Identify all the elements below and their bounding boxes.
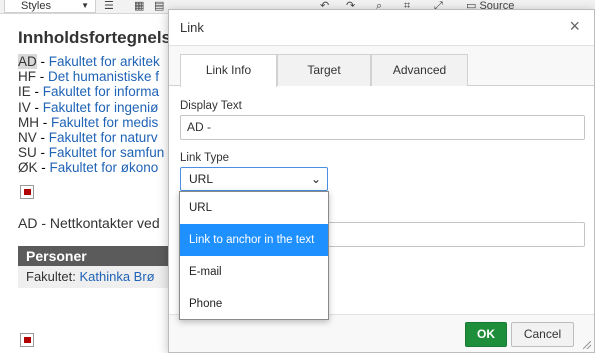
page-title: Innholdsfortegnelse (18, 28, 181, 47)
separator: - (30, 99, 43, 115)
tab-target[interactable]: Target (277, 54, 371, 86)
option-email[interactable]: E-mail (180, 256, 328, 288)
contact-line: AD - Nettkontakter ved (18, 215, 160, 231)
dialog-tabs: Link Info Target Advanced (169, 46, 594, 87)
anchor-flag-icon[interactable] (20, 185, 34, 199)
link-type-select[interactable]: URL ⌄ (180, 167, 328, 191)
list-item: MH - Fakultet for medis (18, 115, 164, 130)
option-anchor[interactable]: Link to anchor in the text (180, 224, 328, 256)
display-text-label: Display Text (180, 100, 242, 112)
option-url[interactable]: URL (180, 192, 328, 224)
faculty-link[interactable]: Fakultet for naturv (49, 130, 158, 145)
dialog-titlebar[interactable]: Link × (169, 10, 594, 46)
separator: - (36, 69, 48, 85)
faculty-list: AD - Fakultet for arkitek HF - Det human… (18, 54, 164, 176)
link-type-dropdown: URL Link to anchor in the text E-mail Ph… (179, 191, 329, 320)
faculty-link[interactable]: Fakultet for økono (50, 160, 159, 175)
dialog-title: Link (180, 20, 204, 35)
table-row: Fakultet: Kathinka Brø (18, 266, 178, 288)
faculty-code: HF (18, 69, 36, 85)
separator: - (39, 114, 51, 130)
faculty-code: IE (18, 84, 31, 100)
list-item: IE - Fakultet for informa (18, 84, 164, 99)
styles-dropdown[interactable]: Styles ▼ (4, 0, 96, 13)
link-type-label: Link Type (180, 152, 230, 164)
tab-link-info[interactable]: Link Info (180, 54, 277, 87)
faculty-link[interactable]: Fakultet for medis (51, 115, 158, 130)
row-label: Fakultet: (26, 269, 80, 284)
persons-table: Personer Fakultet: Kathinka Brø (18, 246, 178, 288)
styles-label: Styles (21, 0, 51, 12)
list-item: ØK - Fakultet for økono (18, 160, 164, 175)
faculty-code: NV (18, 129, 37, 145)
list-item: NV - Fakultet for naturv (18, 130, 164, 145)
horizontal-rule-icon[interactable]: ☰ (104, 0, 114, 13)
list-item: AD - Fakultet for arkitek (18, 54, 164, 69)
separator: - (36, 129, 49, 145)
table-icon[interactable]: ▦ (134, 0, 144, 13)
list-item: IV - Fakultet for ingeniø (18, 100, 164, 115)
resize-handle-icon[interactable] (581, 339, 591, 349)
table-header: Personer (18, 246, 178, 266)
faculty-link[interactable]: Fakultet for arkitek (49, 54, 160, 69)
link-type-value: URL (189, 172, 214, 186)
ok-button[interactable]: OK (465, 322, 507, 347)
separator: - (36, 145, 49, 161)
faculty-code: AD (18, 54, 37, 69)
faculty-link[interactable]: Fakultet for samfun (49, 145, 165, 160)
separator: - (37, 160, 50, 176)
close-icon[interactable]: × (569, 16, 580, 37)
faculty-code: SU (18, 145, 37, 161)
chevron-down-icon: ⌄ (310, 172, 321, 186)
faculty-link[interactable]: Fakultet for ingeniø (43, 100, 159, 115)
faculty-code: ØK (18, 160, 38, 176)
faculty-link[interactable]: Fakultet for informa (43, 84, 159, 99)
cancel-button[interactable]: Cancel (511, 322, 574, 347)
anchor-flag-icon[interactable] (20, 333, 34, 347)
person-link[interactable]: Kathinka Brø (79, 269, 154, 284)
tab-advanced[interactable]: Advanced (371, 54, 468, 86)
list-item: HF - Det humanistiske f (18, 69, 164, 84)
separator: - (36, 54, 49, 69)
faculty-link[interactable]: Det humanistiske f (48, 69, 159, 84)
faculty-code: IV (18, 99, 31, 115)
link-dialog: Link × Link Info Target Advanced Display… (168, 9, 595, 353)
separator: - (30, 84, 43, 100)
chevron-down-icon: ▼ (81, 1, 89, 10)
special-char-icon[interactable]: ▤ (154, 0, 164, 13)
list-item: SU - Fakultet for samfun (18, 145, 164, 160)
option-phone[interactable]: Phone (180, 288, 328, 320)
faculty-code: MH (18, 114, 39, 130)
display-text-input[interactable]: AD - (180, 115, 585, 140)
